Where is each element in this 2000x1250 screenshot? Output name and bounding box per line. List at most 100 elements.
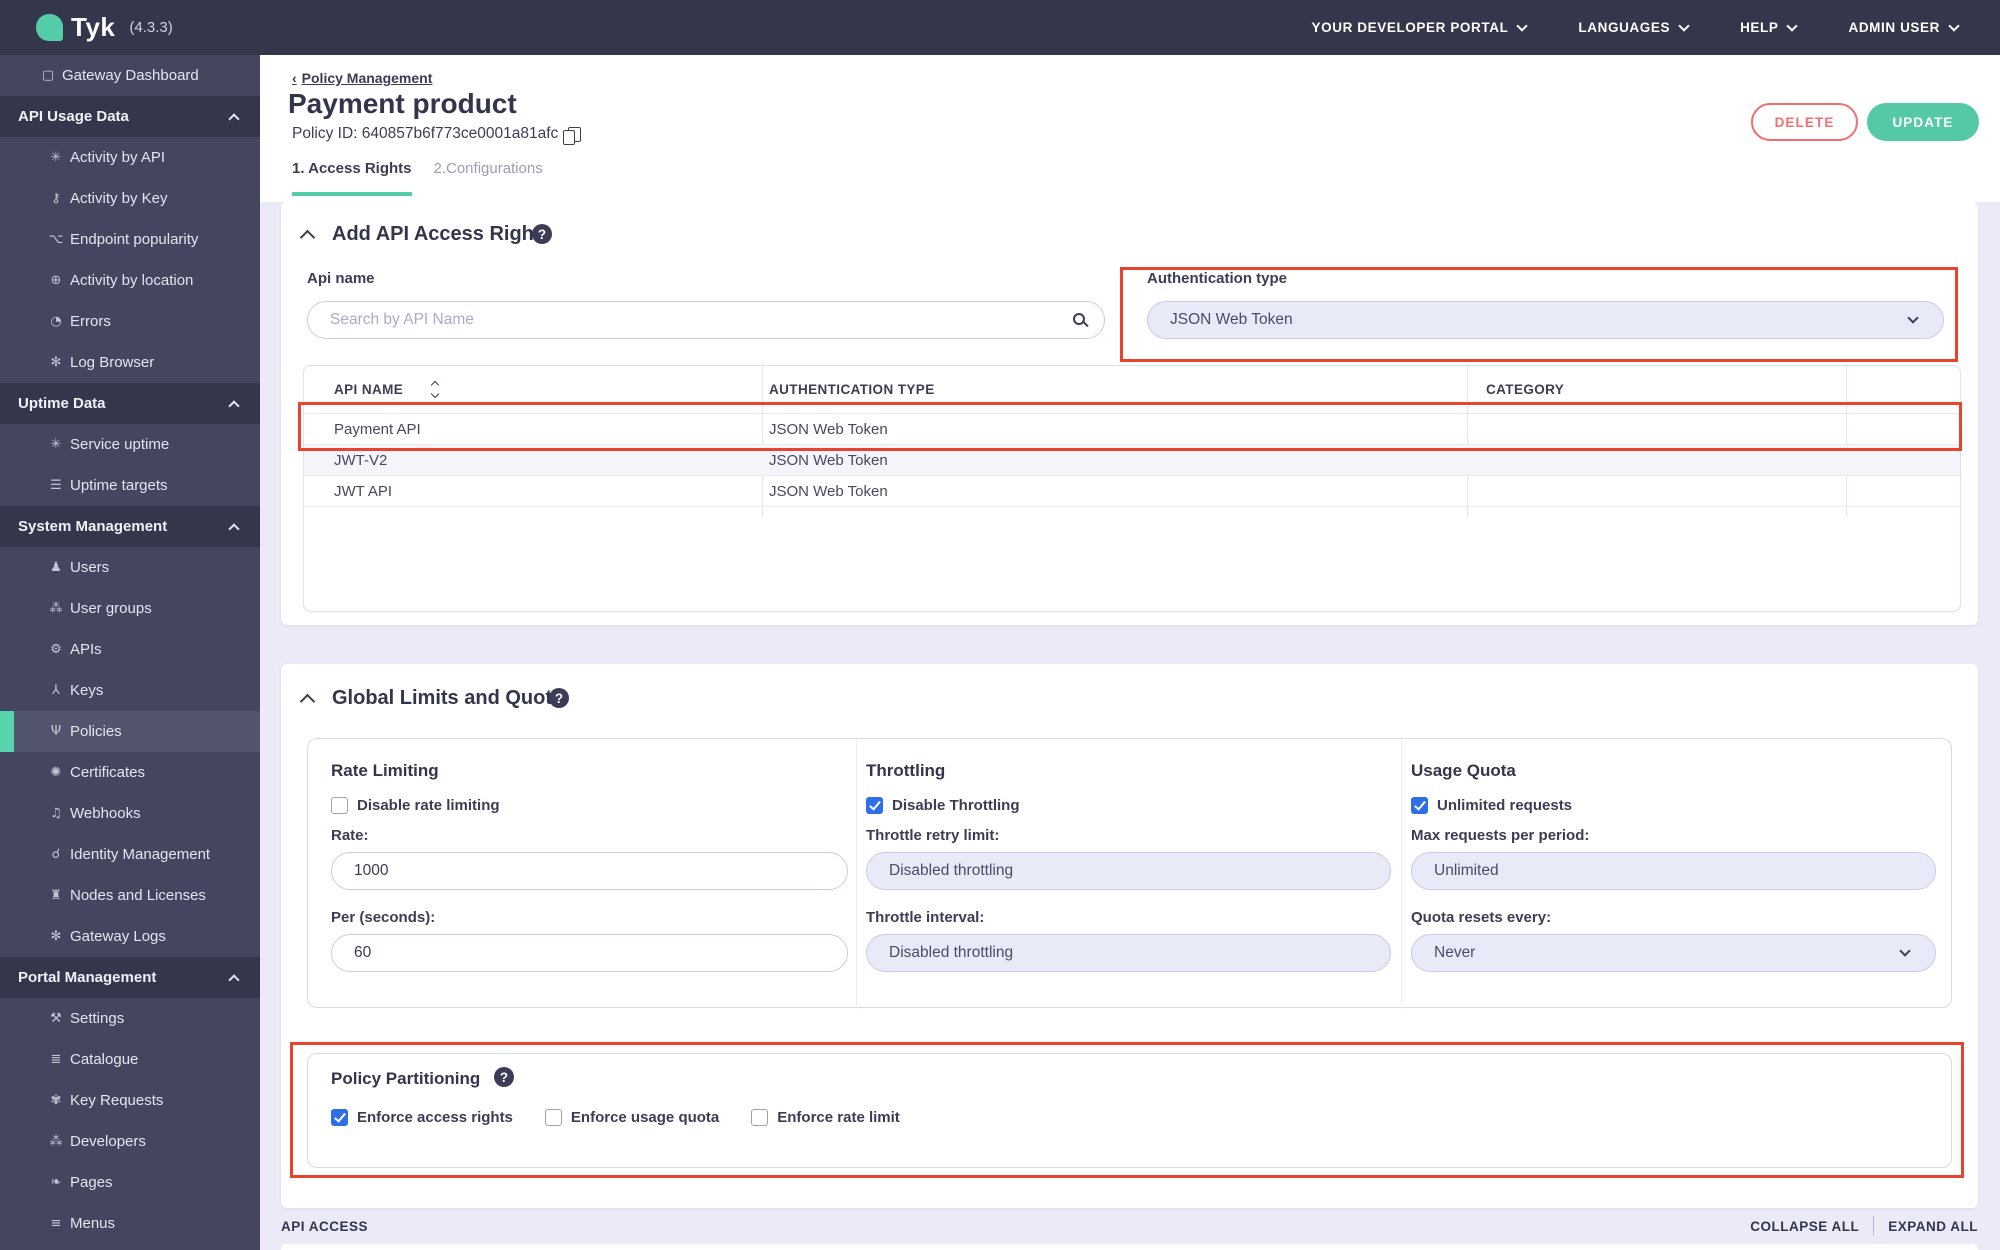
menu-icon: ≡ [50,1216,62,1231]
rate-input[interactable] [331,852,848,890]
page-title: Payment product [288,88,517,119]
nav-developer-portal[interactable]: YOUR DEVELOPER PORTAL [1311,19,1529,35]
table-row-jwt-v2[interactable]: JWT-V2 JSON Web Token [304,445,1960,476]
expand-all-button[interactable]: EXPAND ALL [1888,1219,1978,1234]
throttle-interval-input[interactable] [866,934,1391,972]
sidebar-item-webhooks[interactable]: ♫ Webhooks [0,793,260,834]
sidebar-item-activity-by-location[interactable]: ⊕ Activity by location [0,260,260,301]
max-requests-label: Max requests per period: [1411,827,1590,844]
chevron-down-icon [1948,19,1960,32]
global-limits-panel: Global Limits and Quota Rate Limiting Di… [281,664,1978,1208]
auth-type-label: Authentication type [1147,270,1288,287]
medal-icon: ✺ [50,765,62,780]
quota-resets-dropdown[interactable]: Never [1411,934,1936,972]
throttling-column: Throttling Disable Throttling Throttle r… [866,739,1391,1009]
col-api-name[interactable]: API NAME [334,382,403,397]
sidebar-item-log-browser[interactable]: ✻ Log Browser [0,342,260,383]
sidebar-item-policies[interactable]: Ψ Policies [0,711,260,752]
max-requests-input[interactable] [1411,852,1936,890]
sidebar-item-developers[interactable]: ⁂ Developers [0,1121,260,1162]
table-row-payment-api[interactable]: Payment API JSON Web Token [304,414,1960,445]
checkbox-checked-icon[interactable] [331,1109,348,1126]
api-access-section-label[interactable]: API ACCESS [281,1219,368,1234]
nav-admin-user[interactable]: ADMIN USER [1848,19,1960,35]
tab-configurations[interactable]: 2.Configurations [434,160,543,196]
enforce-rate-limit-checkbox[interactable]: Enforce rate limit [751,1109,900,1126]
chevron-down-icon [1786,19,1799,32]
update-button[interactable]: UPDATE [1867,103,1979,141]
sidebar-section-uptime-data[interactable]: Uptime Data [0,383,260,424]
sidebar-item-apis[interactable]: ⚙ APIs [0,629,260,670]
checkbox-unchecked-icon[interactable] [751,1109,769,1126]
unlimited-requests-checkbox[interactable]: Unlimited requests [1411,797,1572,814]
sidebar-item-gateway-dashboard[interactable]: ▢ Gateway Dashboard [0,55,260,96]
collapse-chevron-icon[interactable] [299,229,316,246]
tab-access-rights[interactable]: 1. Access Rights [292,160,412,196]
table-row-jwt-api[interactable]: JWT API JSON Web Token [304,476,1960,507]
delete-button[interactable]: DELETE [1751,103,1858,141]
sidebar-section-system-management[interactable]: System Management [0,506,260,547]
sidebar-item-identity-management[interactable]: ☌ Identity Management [0,834,260,875]
sidebar-item-endpoint-popularity[interactable]: ⌥ Endpoint popularity [0,219,260,260]
sidebar-item-settings[interactable]: ⚒ Settings [0,998,260,1039]
per-seconds-input[interactable] [331,934,848,972]
sidebar-item-label: Errors [70,313,111,330]
policy-id-row: Policy ID: 640857b6f773ce0001a81afc [292,125,582,145]
disable-throttling-checkbox[interactable]: Disable Throttling [866,797,1020,814]
sidebar-item-catalogue[interactable]: ≣ Catalogue [0,1039,260,1080]
sidebar-item-activity-by-key[interactable]: ⚷ Activity by Key [0,178,260,219]
cell-api-name: JWT API [334,483,393,500]
activity-icon: ✳ [50,150,62,165]
auth-type-dropdown[interactable]: JSON Web Token [1147,301,1944,339]
sidebar-item-activity-by-api[interactable]: ✳ Activity by API [0,137,260,178]
collapse-chevron-icon[interactable] [299,693,316,710]
nav-languages[interactable]: LANGUAGES [1578,19,1690,35]
leaf-icon: ❧ [50,1175,62,1190]
breadcrumb[interactable]: ‹ Policy Management [292,70,432,86]
sidebar-item-key-requests[interactable]: ✾ Key Requests [0,1080,260,1121]
column-divider [1401,739,1402,1009]
copy-icon[interactable] [563,126,582,145]
sidebar-item-certificates[interactable]: ✺ Certificates [0,752,260,793]
sidebar-item-nodes-and-licenses[interactable]: ♜ Nodes and Licenses [0,875,260,916]
sidebar-item-menus[interactable]: ≡ Menus [0,1203,260,1244]
add-api-access-rights-panel: Add API Access Rights Api name Authentic… [281,202,1978,625]
help-icon[interactable] [532,224,552,244]
sidebar-item-users[interactable]: ♟ Users [0,547,260,588]
chevron-up-icon [228,522,240,535]
sidebar-item-keys[interactable]: ⅄ Keys [0,670,260,711]
sidebar-item-uptime-targets[interactable]: ☰ Uptime targets [0,465,260,506]
panel-title: Global Limits and Quota [332,687,564,709]
checkbox-unchecked-icon[interactable] [331,797,348,814]
enforce-access-rights-checkbox[interactable]: Enforce access rights [331,1109,513,1126]
sidebar-item-user-groups[interactable]: ⁂ User groups [0,588,260,629]
sort-icon[interactable] [430,380,440,399]
sidebar: ▢ Gateway Dashboard API Usage Data ✳ Activ… [0,55,260,1250]
sidebar-item-errors[interactable]: ◔ Errors [0,301,260,342]
search-input[interactable] [307,301,1105,339]
sidebar-section-portal-management[interactable]: Portal Management [0,957,260,998]
nav-help[interactable]: HELP [1740,19,1799,35]
sidebar-item-pages[interactable]: ❧ Pages [0,1162,260,1203]
collapse-all-button[interactable]: COLLAPSE ALL [1750,1219,1859,1234]
cell-api-name: JWT-V2 [334,452,388,469]
disable-rate-limiting-checkbox[interactable]: Disable rate limiting [331,797,500,814]
nav-label: YOUR DEVELOPER PORTAL [1311,20,1509,35]
checkbox-checked-icon[interactable] [1411,797,1428,814]
help-icon[interactable] [494,1067,514,1087]
help-icon[interactable] [549,688,569,708]
throttle-retry-input[interactable] [866,852,1391,890]
sidebar-section-label: API Usage Data [18,108,129,125]
checkbox-unchecked-icon[interactable] [544,1109,562,1126]
checkbox-checked-icon[interactable] [866,797,883,814]
back-chevron-icon: ‹ [292,70,297,86]
sidebar-item-label: Endpoint popularity [70,231,199,248]
breadcrumb-label: Policy Management [301,70,433,86]
enforce-usage-quota-checkbox[interactable]: Enforce usage quota [544,1109,719,1126]
sidebar-item-gateway-logs[interactable]: ✻ Gateway Logs [0,916,260,957]
tyk-logo[interactable]: Tyk (4.3.3) [36,12,173,43]
rate-label: Rate: [331,827,369,844]
search-icon[interactable] [1073,313,1085,325]
sidebar-section-api-usage-data[interactable]: API Usage Data [0,96,260,137]
sidebar-item-service-uptime[interactable]: ✳ Service uptime [0,424,260,465]
